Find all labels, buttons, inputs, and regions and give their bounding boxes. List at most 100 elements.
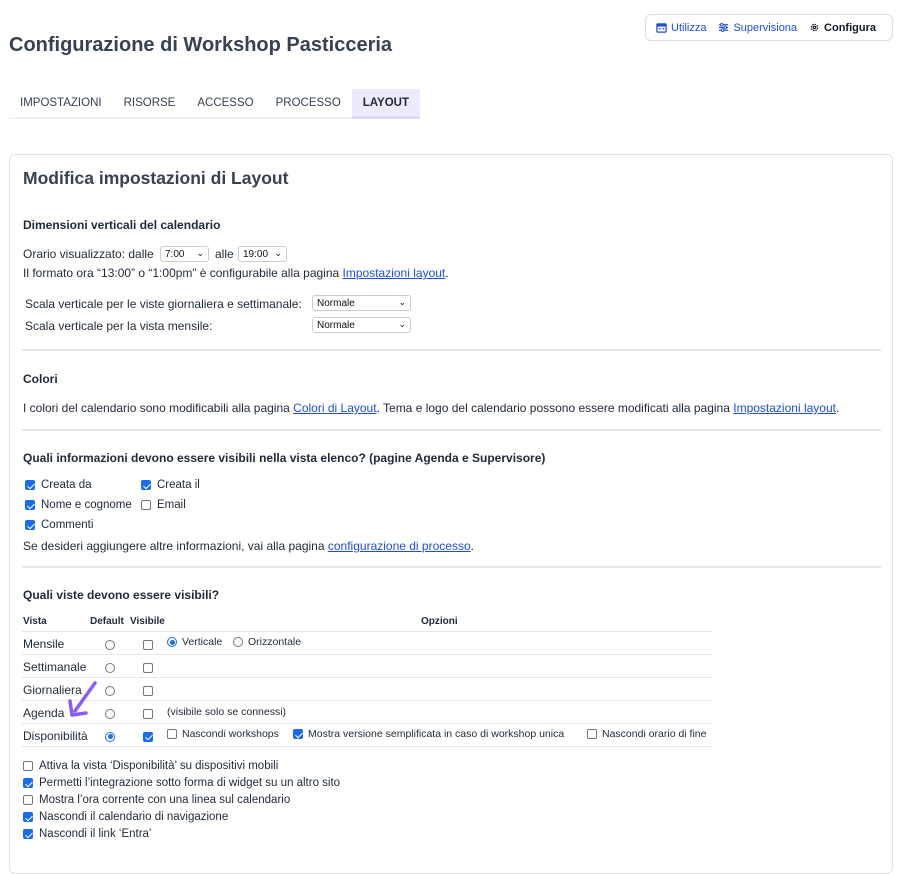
colors-desc-2: . Tema e logo del calendario possono ess… <box>376 401 730 415</box>
top-nav: Utilizza Supervisiona Configura <box>645 14 893 41</box>
hours-label: Orario visualizzato: dalle <box>23 247 154 261</box>
checkbox[interactable] <box>25 480 35 490</box>
scale-month-select[interactable]: Normale ⌄ <box>312 317 411 333</box>
gear-icon <box>810 23 819 32</box>
option-current-time-line[interactable]: Mostra l’ora corrente con una linea sul … <box>23 794 290 806</box>
radio[interactable] <box>233 637 243 647</box>
layout-colors-link[interactable]: Colori di Layout <box>293 401 376 415</box>
checkbox[interactable] <box>23 812 33 822</box>
table-row-divider <box>22 654 712 655</box>
tab-risorse[interactable]: RISORSE <box>113 89 187 119</box>
nav-supervisiona[interactable]: Supervisiona <box>718 22 797 34</box>
table-row-divider <box>22 700 712 701</box>
default-radio-mensile[interactable] <box>105 636 115 654</box>
checkbox[interactable] <box>141 500 151 510</box>
checkbox[interactable] <box>293 729 303 739</box>
default-radio-settimanale[interactable] <box>105 659 115 677</box>
process-config-link[interactable]: configurazione di processo <box>328 539 471 553</box>
option-nome-cognome[interactable]: Nome e cognome <box>25 499 132 511</box>
checkbox[interactable] <box>143 731 153 742</box>
hours-to-select[interactable]: 19:00 ⌄ <box>238 246 287 262</box>
monthly-orientation-horizontal[interactable]: Orizzontale <box>233 636 301 648</box>
monthly-orientation-vertical[interactable]: Verticale <box>167 636 222 648</box>
tab-accesso[interactable]: ACCESSO <box>186 89 264 119</box>
checkbox[interactable] <box>587 729 597 739</box>
views-title: Quali viste devono essere visibili? <box>23 588 220 602</box>
option-mobile-availability[interactable]: Attiva la vista ‘Disponibilità’ su dispo… <box>23 760 278 772</box>
checkbox[interactable] <box>143 685 153 696</box>
radio[interactable] <box>105 731 115 742</box>
annotation-arrow-icon <box>68 681 97 717</box>
tab-bar: IMPOSTAZIONI RISORSE ACCESSO PROCESSO LA… <box>9 89 421 119</box>
nav-utilizza-label: Utilizza <box>671 21 707 34</box>
table-row-divider <box>22 723 712 724</box>
nav-supervisiona-label: Supervisiona <box>733 21 798 34</box>
colors-title: Colori <box>23 372 58 386</box>
option-hide-workshops[interactable]: Nascondi workshops <box>167 728 279 740</box>
layout-settings-link[interactable]: Impostazioni layout <box>343 266 446 280</box>
scale-day-week-select[interactable]: Normale ⌄ <box>312 295 411 311</box>
sliders-icon <box>719 23 729 32</box>
option-label: Permetti l’integrazione sotto forma di w… <box>39 777 341 789</box>
chevron-down-icon: ⌄ <box>274 248 282 258</box>
tab-layout[interactable]: LAYOUT <box>351 89 421 119</box>
option-hide-end-time[interactable]: Nascondi orario di fine <box>587 728 706 740</box>
visible-checkbox-giornaliera[interactable] <box>143 682 153 700</box>
checkbox[interactable] <box>143 708 153 719</box>
section-divider <box>22 349 881 351</box>
hours-to-value: 19:00 <box>243 248 269 260</box>
scale-month-value: Normale <box>317 319 355 331</box>
tab-impostazioni[interactable]: IMPOSTAZIONI <box>9 89 113 119</box>
radio[interactable] <box>105 708 115 719</box>
col-header-view: Vista <box>23 616 47 627</box>
nav-configura[interactable]: Configura <box>809 22 876 34</box>
checkbox[interactable] <box>23 778 33 788</box>
card-title: Modifica impostazioni di Layout <box>23 168 289 188</box>
scale-day-week-label: Scala verticale per le viste giornaliera… <box>25 297 302 311</box>
layout-settings-card: Modifica impostazioni di Layout Dimensio… <box>9 154 893 874</box>
visible-checkbox-mensile[interactable] <box>143 636 153 654</box>
default-radio-giornaliera[interactable] <box>105 682 115 700</box>
view-name-settimanale: Settimanale <box>23 660 87 674</box>
option-creata-il[interactable]: Creata il <box>141 479 200 491</box>
option-creata-da[interactable]: Creata da <box>25 479 92 491</box>
time-format-text: Il formato ora “13:00” o “1:00pm” è conf… <box>23 266 449 280</box>
checkbox[interactable] <box>167 729 177 739</box>
option-hide-login-link[interactable]: Nascondi il link ‘Entra’ <box>23 828 152 840</box>
layout-settings-link-2[interactable]: Impostazioni layout <box>733 401 836 415</box>
orientation-horizontal-label: Orizzontale <box>248 636 302 648</box>
default-radio-agenda[interactable] <box>105 705 115 723</box>
option-widget-embed[interactable]: Permetti l’integrazione sotto forma di w… <box>23 777 340 789</box>
option-label: Commenti <box>41 519 94 531</box>
checkbox[interactable] <box>23 795 33 805</box>
visible-checkbox-settimanale[interactable] <box>143 659 153 677</box>
nav-configura-label: Configura <box>824 21 876 34</box>
chevron-down-icon: ⌄ <box>398 297 406 307</box>
radio[interactable] <box>105 685 115 696</box>
hours-from-select[interactable]: 7:00 ⌄ <box>160 246 209 262</box>
radio[interactable] <box>105 662 115 673</box>
default-radio-disponibilita[interactable] <box>105 728 115 746</box>
checkbox[interactable] <box>23 761 33 771</box>
page-title: Configurazione di Workshop Pasticceria <box>9 34 393 56</box>
option-commenti[interactable]: Commenti <box>25 519 93 531</box>
checkbox[interactable] <box>25 500 35 510</box>
checkbox[interactable] <box>143 662 153 673</box>
option-email[interactable]: Email <box>141 499 186 511</box>
checkbox[interactable] <box>141 480 151 490</box>
checkbox[interactable] <box>23 829 33 839</box>
radio[interactable] <box>105 639 115 650</box>
checkbox[interactable] <box>25 520 35 530</box>
radio[interactable] <box>167 637 177 647</box>
option-simplified-version[interactable]: Mostra versione semplificata in caso di … <box>293 728 564 740</box>
checkbox[interactable] <box>143 639 153 650</box>
tab-processo[interactable]: PROCESSO <box>265 89 352 119</box>
option-label: Nascondi il calendario di navigazione <box>39 811 229 823</box>
colors-text: I colori del calendario sono modificabil… <box>23 401 840 415</box>
option-hide-nav-calendar[interactable]: Nascondi il calendario di navigazione <box>23 811 228 823</box>
view-name-agenda: Agenda <box>23 706 65 720</box>
agenda-note: (visibile solo se connessi) <box>167 706 287 718</box>
visible-checkbox-disponibilita[interactable] <box>143 728 153 746</box>
visible-checkbox-agenda[interactable] <box>143 705 153 723</box>
nav-utilizza[interactable]: Utilizza <box>656 22 706 34</box>
